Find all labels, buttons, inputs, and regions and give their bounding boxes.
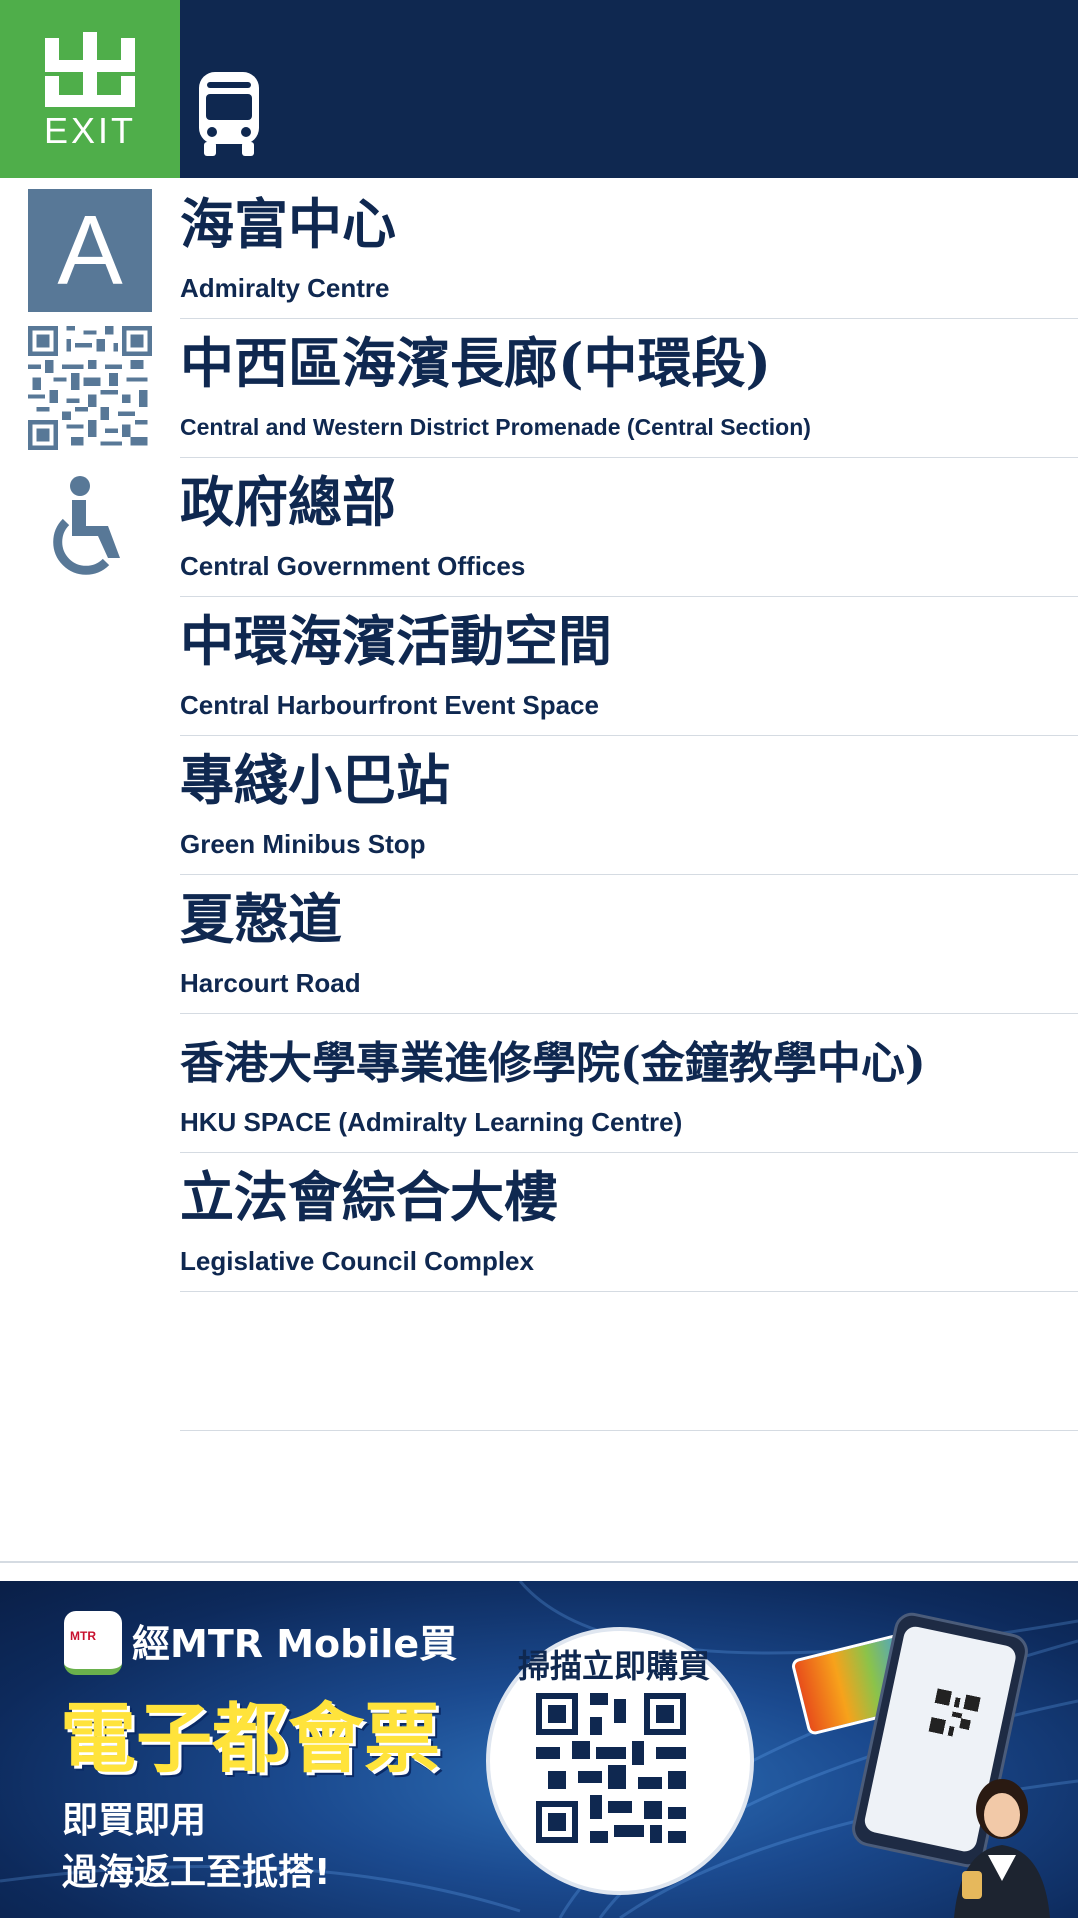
destination-name-zh: 政府總部	[180, 470, 396, 534]
destination-list: 海富中心 Admiralty Centre 中西區海濱長廊(中環段) Centr…	[180, 180, 1078, 1431]
exit-letter-badge: A	[28, 189, 152, 312]
destination-name-en: Admiralty Centre	[180, 273, 390, 303]
list-item: 海富中心 Admiralty Centre	[180, 180, 1078, 319]
divider	[0, 1561, 1078, 1563]
list-item: 香港大學專業進修學院(金鐘教學中心) HKU SPACE (Admiralty …	[180, 1014, 1078, 1153]
list-item: 專綫小巴站 Green Minibus Stop	[180, 736, 1078, 875]
mtr-app-icon-label: MTR	[70, 1629, 96, 1643]
exit-label: EXIT	[43, 110, 136, 151]
list-item: 政府總部 Central Government Offices	[180, 458, 1078, 597]
list-item: 夏慤道 Harcourt Road	[180, 875, 1078, 1014]
ad-title: 電子都會票	[60, 1694, 440, 1783]
destination-name-zh: 海富中心	[180, 192, 396, 256]
qr-code-icon[interactable]	[536, 1693, 686, 1843]
qr-code-icon[interactable]	[28, 326, 152, 450]
destination-name-zh: 專綫小巴站	[180, 748, 450, 812]
person-image	[954, 1779, 1050, 1918]
exit-character-icon	[45, 32, 135, 107]
scan-label: 掃描立即購買	[517, 1647, 710, 1685]
advertisement-banner[interactable]: MTR 經MTR Mobile買 電子都會票 即買即用 過海返工至抵搭! 掃描立…	[0, 1581, 1078, 1918]
destination-name-en: Central and Western District Promenade (…	[180, 414, 811, 440]
station-exit-header: EXIT	[0, 0, 1078, 178]
wheelchair-icon	[53, 476, 120, 575]
list-item: 中西區海濱長廊(中環段) Central and Western Distric…	[180, 319, 1078, 458]
ad-headline: 經MTR Mobile買	[132, 1622, 458, 1666]
destination-name-zh: 中環海濱活動空間	[180, 609, 612, 673]
destination-name-en: HKU SPACE (Admiralty Learning Centre)	[180, 1107, 683, 1137]
destination-name-zh: 立法會綜合大樓	[180, 1165, 558, 1229]
mtr-app-icon: MTR	[64, 1611, 122, 1675]
destination-name-zh: 香港大學專業進修學院(金鐘教學中心)	[180, 1038, 926, 1089]
ad-tagline-1: 即買即用	[62, 1800, 207, 1841]
destination-name-en: Harcourt Road	[180, 968, 361, 998]
destination-name-zh: 中西區海濱長廊(中環段)	[180, 331, 772, 395]
destination-name-zh: 夏慤道	[180, 887, 342, 951]
exit-sign: EXIT	[0, 0, 180, 178]
qr-code-icon	[928, 1688, 981, 1737]
list-item: 中環海濱活動空間 Central Harbourfront Event Spac…	[180, 597, 1078, 736]
list-item: 立法會綜合大樓 Legislative Council Complex	[180, 1153, 1078, 1292]
destination-name-en: Green Minibus Stop	[180, 829, 426, 859]
destination-name-en: Legislative Council Complex	[180, 1246, 534, 1276]
empty-list-row	[180, 1292, 1078, 1431]
destination-name-en: Central Government Offices	[180, 551, 526, 581]
bus-icon	[199, 72, 259, 156]
destination-name-en: Central Harbourfront Event Space	[180, 690, 599, 720]
ad-tagline-2: 過海返工至抵搭!	[62, 1852, 331, 1893]
